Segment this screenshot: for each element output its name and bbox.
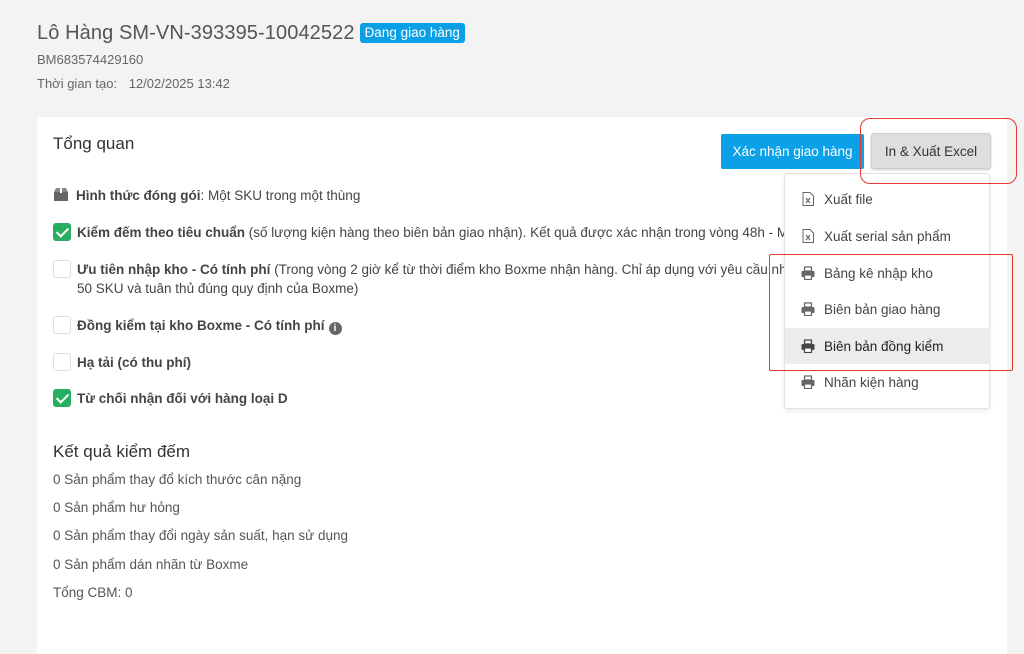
packaging-label: Hình thức đóng gói xyxy=(76,188,201,203)
info-icon[interactable]: i xyxy=(328,322,342,335)
packaging-value: : Một SKU trong một thùng xyxy=(200,188,361,203)
menu-item-label: Xuất serial sản phẩm xyxy=(824,228,951,244)
option-description: (Trong vòng 2 giờ kể từ thời điểm kho Bo… xyxy=(270,262,785,277)
page-title: Lô Hàng SM-VN-393395-10042522 xyxy=(37,21,355,44)
checkbox-priority-inbound[interactable] xyxy=(53,260,71,278)
option-unloading[interactable]: Hạ tải (có thu phí) xyxy=(53,353,827,372)
packaging-row: Hình thức đóng gói: Một SKU trong một th… xyxy=(53,186,826,205)
shipment-code: BM683574429160 xyxy=(37,52,144,67)
checkbox-standard-count[interactable] xyxy=(53,223,71,241)
created-value: 12/02/2025 13:42 xyxy=(128,76,230,91)
confirm-delivery-button[interactable]: Xác nhận giao hàng xyxy=(721,134,864,169)
option-reject-type-d[interactable]: Từ chối nhận đối với hàng loại D xyxy=(53,389,827,408)
created-label: Thời gian tạo: xyxy=(37,76,118,91)
overview-title: Tổng quan xyxy=(53,134,135,153)
option-priority-inbound[interactable]: Ưu tiên nhập kho - Có tính phí (Trong vò… xyxy=(53,260,785,298)
highlight-print-options xyxy=(769,254,1013,371)
result-line: 0 Sản phẩm thay đổi ngày sản suất, hạn s… xyxy=(53,528,348,543)
result-line: 0 Sản phẩm dán nhãn từ Boxme xyxy=(53,557,249,572)
printer-icon xyxy=(801,375,815,389)
box-icon xyxy=(54,188,68,201)
menu-item-export-serial[interactable]: Xuất serial sản phẩm xyxy=(785,218,990,254)
result-line: 0 Sản phẩm hư hỏng xyxy=(53,500,180,515)
checkbox-reject-type-d[interactable] xyxy=(53,389,71,407)
option-description-line2: 50 SKU và tuân thủ đúng quy định của Box… xyxy=(77,281,359,296)
menu-item-label: Xuất file xyxy=(824,191,873,207)
option-standard-count[interactable]: Kiểm đếm theo tiêu chuẩn (số lượng kiện … xyxy=(53,223,789,242)
excel-file-icon xyxy=(802,229,814,243)
page-header: Lô Hàng SM-VN-393395-10042522 Đang giao … xyxy=(37,20,465,91)
highlight-export-button xyxy=(860,118,1017,184)
created-time: Thời gian tạo: 12/02/2025 13:42 xyxy=(37,76,465,91)
option-label: Đồng kiểm tại kho Boxme - Có tính phí xyxy=(77,318,325,333)
results-title: Kết quả kiểm đếm xyxy=(53,442,191,461)
excel-file-icon xyxy=(802,192,814,206)
option-label: Kiểm đếm theo tiêu chuẩn xyxy=(77,225,246,240)
option-label: Ưu tiên nhập kho - Có tính phí xyxy=(77,262,271,277)
menu-item-label: Nhãn kiện hàng xyxy=(824,374,919,390)
status-badge: Đang giao hàng xyxy=(359,23,465,43)
result-line: 0 Sản phẩm thay đổ kích thước cân nặng xyxy=(53,472,302,487)
option-description: (số lượng kiện hàng theo biên bản giao n… xyxy=(245,225,789,240)
option-label: Từ chối nhận đối với hàng loại D xyxy=(77,391,288,406)
menu-item-export-file[interactable]: Xuất file xyxy=(785,181,990,217)
checkbox-unloading[interactable] xyxy=(53,353,71,371)
option-label: Hạ tải (có thu phí) xyxy=(77,355,191,370)
checkbox-co-inspection[interactable] xyxy=(53,316,71,334)
total-cbm: Tổng CBM: 0 xyxy=(53,585,133,600)
option-co-inspection[interactable]: Đồng kiểm tại kho Boxme - Có tính phí i xyxy=(53,316,827,335)
